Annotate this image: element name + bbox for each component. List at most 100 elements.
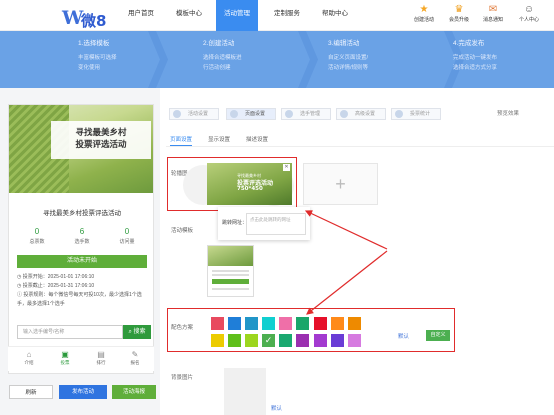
logo-text: 微8 <box>81 12 107 30</box>
notifications-label: 消息通知 <box>482 17 503 23</box>
template-row <box>212 270 249 272</box>
create-activity-shortcut[interactable]: ★ 创建活动 <box>409 4 439 23</box>
tab-vote-stats[interactable]: 投票统计 <box>391 108 441 120</box>
step-title: 1.选择模板 <box>78 40 110 47</box>
tab-label: 介绍 <box>24 360 34 365</box>
step-title: 2.创建活动 <box>203 40 235 47</box>
phone-tabbar: ⌂ 介绍 ▣ 投票 ▤ 排行 ✎ 报名 <box>8 346 154 371</box>
star-icon: ★ <box>419 4 429 15</box>
search-button[interactable]: ⌕ 搜索 <box>123 325 151 339</box>
step-title: 4.完成发布 <box>453 40 485 47</box>
poster-button[interactable]: 活动海报 <box>112 385 156 399</box>
activity-title: 寻找最美乡村投票评选活动 <box>43 210 121 217</box>
stat-value: 0 <box>34 227 40 236</box>
vote-icon: ▣ <box>61 350 69 359</box>
nav-custom-service[interactable]: 定制服务 <box>266 0 308 31</box>
signup-icon: ✎ <box>131 350 139 359</box>
jump-url-label: 跳转网址： <box>222 220 248 226</box>
info-end-time: ◷ 投票截止：2025-01-31 17:06:10 <box>17 282 149 291</box>
plus-icon: + <box>335 174 346 194</box>
default-background-link[interactable]: 默认 <box>271 404 282 412</box>
page-icon <box>230 110 238 118</box>
tab-label: 选手管理 <box>300 111 321 117</box>
create-activity-label: 创建活动 <box>413 17 434 23</box>
template-row <box>212 274 249 276</box>
template-thumbnail[interactable] <box>207 245 254 297</box>
template-button <box>212 279 249 284</box>
tab-signup[interactable]: ✎ 报名 <box>120 350 150 366</box>
tab-advanced-settings[interactable]: 高级设置 <box>336 108 386 120</box>
background-label: 背景图片 <box>171 375 194 381</box>
hero-title-card: 寻找最美乡村 投票评选活动 <box>51 121 151 159</box>
tab-label: 报名 <box>130 360 140 365</box>
step-arrow <box>298 31 318 88</box>
member-upgrade-label: 会员升级 <box>448 17 469 23</box>
info-text: 投票开始：2025-01-01 17:06:10 <box>22 274 95 280</box>
profile-shortcut[interactable]: ☺ 个人中心 <box>514 4 544 23</box>
refresh-button[interactable]: 刷新 <box>9 385 53 399</box>
nav-help-center[interactable]: 帮助中心 <box>314 0 356 31</box>
stat-value: 6 <box>79 227 85 236</box>
tab-activity-settings[interactable]: 活动设置 <box>169 108 219 120</box>
users-icon <box>285 110 293 118</box>
nav-activity-manage[interactable]: 活动管理 <box>216 0 258 31</box>
nav-template-center[interactable]: 模板中心 <box>168 0 210 31</box>
activity-template-label: 活动模板 <box>171 228 194 234</box>
steps-banner: 1.选择模板丰富模板可选择 变化使用 2.创建活动选择合适模板进 行活动创建 3.编… <box>0 31 554 88</box>
template-hero <box>208 246 253 266</box>
logo[interactable]: W 微8 <box>62 6 108 30</box>
tab-label: 活动设置 <box>188 111 209 117</box>
info-start-time: ◷ 投票开始：2025-01-01 17:06:10 <box>17 273 149 282</box>
step-desc: 选择合适模板进 行活动创建 <box>203 55 242 71</box>
stat-candidates: 6 选手数 <box>62 227 102 245</box>
step-2: 2.创建活动选择合适模板进 行活动创建 <box>203 37 273 73</box>
stat-value: 0 <box>124 227 130 236</box>
candidate-search-input[interactable]: 输入选手编号/名称 <box>17 325 123 339</box>
stat-total-votes: 0 总票数 <box>17 227 57 245</box>
phone-preview: 寻找最美乡村 投票评选活动 寻找最美乡村投票评选活动 0 总票数 6 选手数 0 访问量… <box>8 104 154 374</box>
bell-icon: ✉ <box>488 4 498 15</box>
info-text: 投票规则：每个微信号每天可投10次，最少选择1个选手，最多选择1个选手 <box>17 292 142 307</box>
chart-icon <box>395 110 403 118</box>
step-desc: 丰富模板可选择 变化使用 <box>78 55 117 71</box>
tab-page-settings[interactable]: 页面设置 <box>226 108 276 120</box>
hero-line-1: 寻找最美乡村 <box>75 128 127 138</box>
tab-intro[interactable]: ⌂ 介绍 <box>14 350 44 366</box>
step-arrow <box>148 31 168 88</box>
step-title: 3.编辑活动 <box>328 40 360 47</box>
template-row <box>212 288 249 290</box>
preview-effect-link[interactable]: 预览效果 <box>497 109 519 117</box>
subtab-description-settings[interactable]: 描述设置 <box>246 135 268 143</box>
home-icon: ⌂ <box>26 350 32 359</box>
tab-ranking[interactable]: ▤ 排行 <box>86 350 116 366</box>
tab-label: 投票 <box>60 360 70 365</box>
subtab-page-settings[interactable]: 页面设置 <box>170 135 192 143</box>
tab-label: 投票统计 <box>410 111 431 117</box>
info-rules: ⓘ 投票规则：每个微信号每天可投10次，最少选择1个选手，最多选择1个选手 <box>17 291 149 309</box>
member-upgrade-shortcut[interactable]: ♛ 会员升级 <box>444 4 474 23</box>
top-header: W 微8 用户首页 模板中心 活动管理 定制服务 帮助中心 ★ 创建活动 ♛ 会员升… <box>0 0 554 31</box>
notifications-shortcut[interactable]: ✉ 消息通知 <box>478 4 508 23</box>
info-text: 投票截止：2025-01-31 17:06:10 <box>22 283 95 289</box>
tab-vote[interactable]: ▣ 投票 <box>50 350 80 366</box>
search-label: 搜索 <box>133 329 146 335</box>
subtab-display-settings[interactable]: 显示设置 <box>208 135 230 143</box>
step-desc: 完成活动一键发布 选择合适方式分享 <box>453 55 498 71</box>
stat-label: 总票数 <box>29 239 45 245</box>
jump-url-input[interactable]: 点击此处跳转的网址 <box>246 213 306 235</box>
publish-button[interactable]: 发布活动 <box>59 385 107 399</box>
tab-candidate-manage[interactable]: 选手管理 <box>281 108 331 120</box>
profile-label: 个人中心 <box>518 17 539 23</box>
activity-not-started-button[interactable]: 活动未开始 <box>17 255 147 268</box>
tab-label: 高级设置 <box>355 111 376 117</box>
nav-user-home[interactable]: 用户首页 <box>120 0 162 31</box>
carousel-upload-button[interactable]: + <box>303 163 378 205</box>
step-1: 1.选择模板丰富模板可选择 变化使用 <box>78 37 148 73</box>
stats-row: 0 总票数 6 选手数 0 访问量 <box>9 227 153 251</box>
user-icon: ☺ <box>523 4 535 15</box>
hero-image: 寻找最美乡村 投票评选活动 <box>9 105 153 193</box>
hero-line-2: 投票评选活动 <box>75 140 127 150</box>
settings-icon <box>173 110 181 118</box>
background-image-slot[interactable] <box>224 368 266 415</box>
step-3: 3.编辑活动 自定义页面设置/活动详情/规则等 <box>328 37 398 73</box>
